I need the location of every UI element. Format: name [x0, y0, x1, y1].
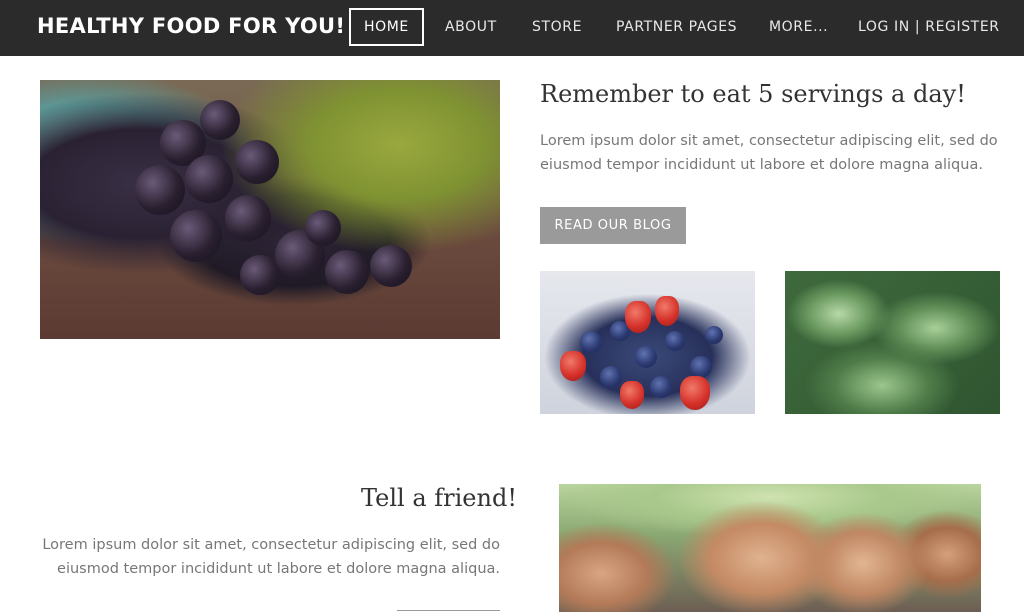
nav-partner-pages[interactable]: PARTNER PAGES [616, 8, 737, 46]
read-blog-button[interactable]: READ OUR BLOG [540, 207, 686, 244]
nav-store[interactable]: STORE [532, 8, 582, 46]
friends-image [559, 484, 981, 612]
section2-text: Lorem ipsum dolor sit amet, consectetur … [42, 537, 500, 577]
section1-heading: Remember to eat 5 servings a day! [540, 80, 966, 108]
section2-heading: Tell a friend! [361, 484, 517, 512]
nav-login-register[interactable]: LOG IN | REGISTER [858, 8, 1000, 46]
nav-about[interactable]: ABOUT [445, 8, 497, 46]
nav-more[interactable]: MORE... [769, 8, 828, 46]
header-bar: HEALTHY FOOD FOR YOU! HOME ABOUT STORE P… [0, 0, 1024, 56]
section1-text: Lorem ipsum dolor sit amet, consectetur … [540, 133, 998, 173]
blackberries-image [40, 80, 500, 339]
nav-home[interactable]: HOME [349, 8, 424, 46]
site-title[interactable]: HEALTHY FOOD FOR YOU! [37, 14, 345, 38]
kale-image [785, 271, 1000, 414]
mixed-berries-image [540, 271, 755, 414]
section2-button-edge[interactable] [397, 610, 500, 611]
